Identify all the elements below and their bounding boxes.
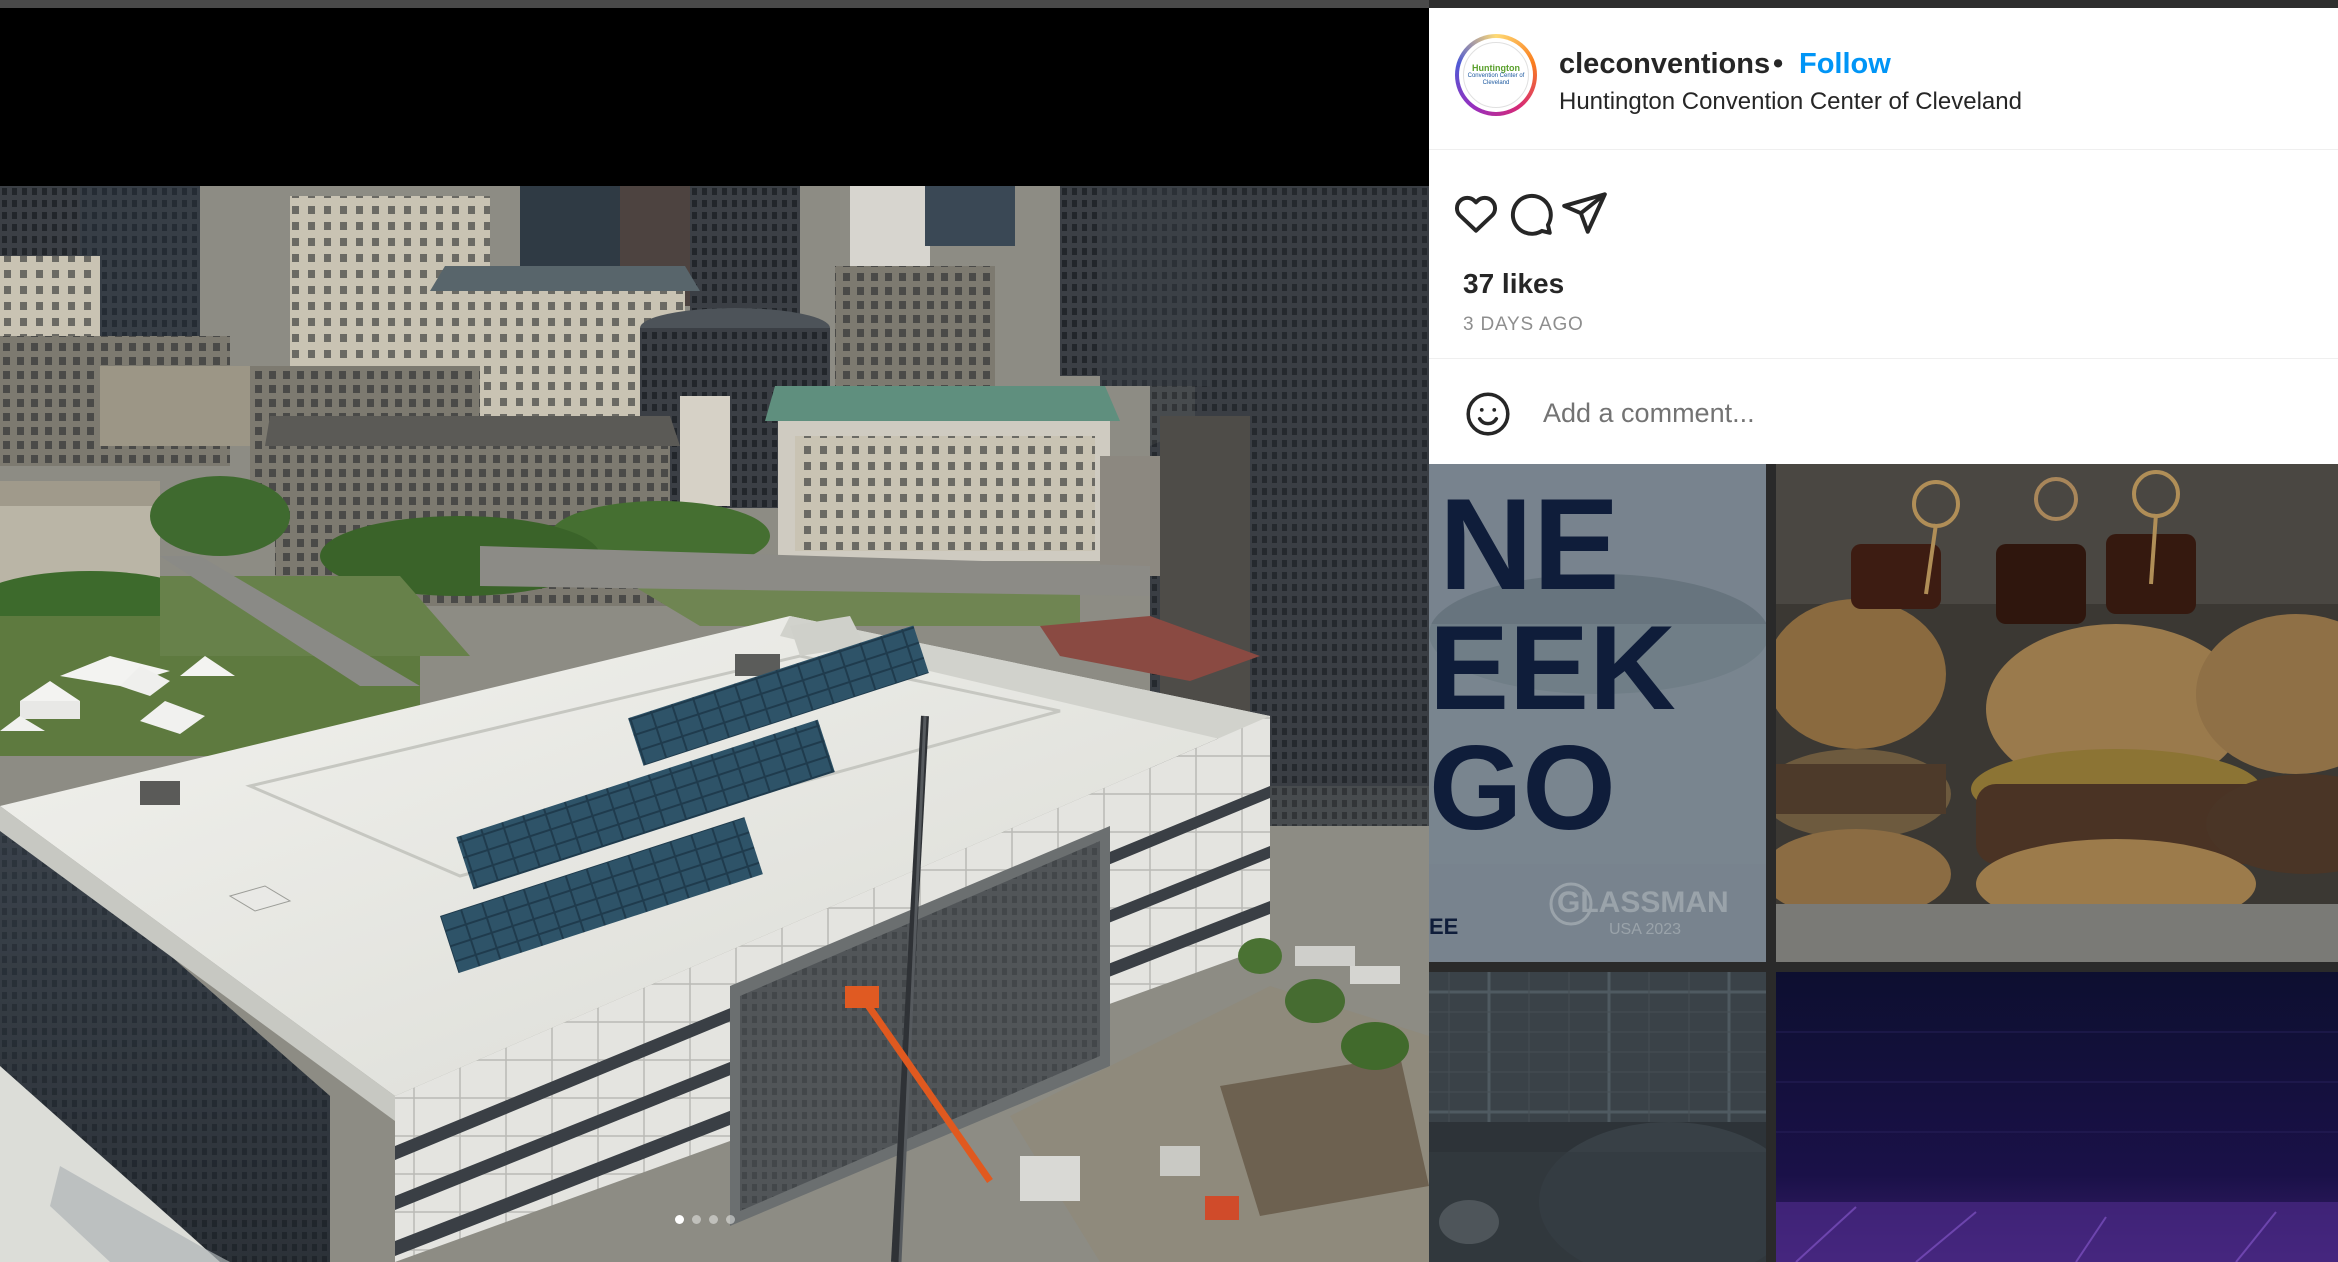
carousel-dot-1[interactable]	[675, 1215, 684, 1224]
thumb-sliders-food[interactable]	[1776, 464, 2338, 962]
username-link[interactable]: cleconventions	[1559, 48, 1770, 81]
comment-input[interactable]	[1541, 385, 2301, 441]
smiley-icon[interactable]	[1463, 389, 1513, 439]
comment-bubble-icon[interactable]	[1505, 188, 1555, 238]
thumb-footer-left: EE	[1429, 914, 1458, 939]
post-timestamp[interactable]: 3 DAYS AGO	[1463, 314, 1584, 336]
thumb-line-2: EEK	[1429, 601, 1676, 735]
comment-bar	[1429, 358, 2338, 464]
thumb-brand-sub: USA 2023	[1609, 921, 1681, 938]
like-count[interactable]: 37 likes	[1463, 268, 1564, 300]
avatar-story-ring[interactable]: Huntington Convention Center of Clevelan…	[1455, 34, 1537, 116]
header-separator: •	[1773, 48, 1784, 80]
avatar-inner: Huntington Convention Center of Clevelan…	[1459, 38, 1533, 112]
heart-icon[interactable]	[1451, 188, 1501, 238]
thumb-purple-event-hall[interactable]	[1776, 972, 2338, 1262]
paper-plane-icon[interactable]	[1559, 188, 1609, 238]
post-media[interactable]	[0, 0, 1429, 1262]
more-posts-grid: NE EEK GO GLASSMAN USA 2023 EE	[1429, 464, 2338, 1262]
instagram-post-viewer: Huntington Convention Center of Clevelan…	[0, 0, 2338, 1262]
post-photo-aerial-convention-center[interactable]	[0, 186, 1429, 1262]
thumb-line-1: NE	[1439, 471, 1620, 617]
thumb-line-3: GO	[1429, 721, 1616, 855]
media-top-strip	[0, 0, 1429, 8]
location-link[interactable]: Huntington Convention Center of Clevelan…	[1559, 88, 2022, 116]
avatar[interactable]: Huntington Convention Center of Clevelan…	[1463, 42, 1529, 108]
post-header: Huntington Convention Center of Clevelan…	[1429, 8, 2338, 150]
thumb-one-week-ago[interactable]: NE EEK GO GLASSMAN USA 2023 EE	[1429, 464, 1766, 962]
carousel-dot-3[interactable]	[709, 1215, 718, 1224]
thumb-brand: GLASSMAN	[1557, 886, 1729, 919]
follow-button[interactable]: Follow	[1799, 48, 1891, 81]
post-sidebar: Huntington Convention Center of Clevelan…	[1429, 8, 2338, 464]
carousel-dot-2[interactable]	[692, 1215, 701, 1224]
avatar-logo-subtext: Convention Center of Cleveland	[1467, 73, 1525, 86]
carousel-dot-4[interactable]	[726, 1215, 735, 1224]
avatar-logo-text: Huntington	[1472, 63, 1520, 73]
carousel-indicator	[675, 1215, 735, 1224]
thumb-fence-rooftop[interactable]	[1429, 972, 1766, 1262]
